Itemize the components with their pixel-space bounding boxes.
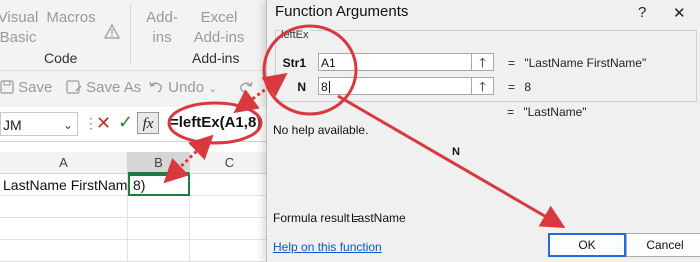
addins-button[interactable]: Add- ins <box>142 8 182 48</box>
macro-security-warning-icon[interactable] <box>100 23 124 45</box>
arg-input-n-value: 8 <box>321 80 328 94</box>
collapse-dialog-str1-icon[interactable]: 🡑 <box>472 53 494 71</box>
cell-a2[interactable] <box>0 196 128 218</box>
arg-input-n[interactable]: 8 <box>318 77 472 95</box>
visual-basic-label-1: Visual <box>0 9 39 26</box>
cell-a1[interactable]: LastName FirstName <box>0 174 128 196</box>
function-arguments-group: leftEx Str1 A1 🡑 = "LastName FirstName" … <box>275 29 697 102</box>
arg-input-str1[interactable]: A1 <box>318 53 472 71</box>
function-name: leftEx <box>280 29 310 41</box>
worksheet-grid: A B C LastName FirstName 8) <box>0 142 270 262</box>
cell-c2[interactable] <box>190 196 270 218</box>
cancel-button[interactable]: Cancel <box>626 233 700 257</box>
ribbon-group-addins: Add- ins Excel Add-ins Add-ins <box>132 0 266 70</box>
save-as-icon <box>66 80 82 94</box>
cell-a4[interactable] <box>0 240 128 262</box>
cell-b2[interactable] <box>128 196 190 218</box>
save-button[interactable]: Save <box>0 79 52 96</box>
equals-sign: = <box>508 80 516 94</box>
undo-button[interactable]: Undo ⌄ <box>148 79 217 96</box>
cell-b3[interactable] <box>128 218 190 240</box>
macros-button[interactable]: Macros <box>46 8 96 28</box>
redo-button[interactable] <box>238 79 254 96</box>
collapse-dialog-n-icon[interactable]: 🡑 <box>472 77 494 95</box>
save-as-button[interactable]: Save As <box>66 79 141 96</box>
group-label-addins: Add-ins <box>192 50 240 66</box>
undo-icon <box>149 81 162 93</box>
cell-c4[interactable] <box>190 240 270 262</box>
excel-addins-label-2: Add-ins <box>193 29 245 46</box>
column-header-a[interactable]: A <box>0 152 128 174</box>
function-result-preview-value: "LastName" <box>523 105 587 119</box>
parameter-description: N <box>452 146 460 158</box>
formula-result-value: LastName <box>351 211 406 225</box>
ribbon-group-code: Visual Basic Macros Code <box>0 0 128 70</box>
arg-result-n: = 8 <box>508 80 531 94</box>
cell-b4[interactable] <box>128 240 190 262</box>
arg-result-str1: = "LastName FirstName" <box>508 56 646 70</box>
cell-c3[interactable] <box>190 218 270 240</box>
save-as-label: Save As <box>86 79 142 96</box>
excel-addins-button[interactable]: Excel Add-ins <box>188 8 250 48</box>
ok-button[interactable]: OK <box>548 233 626 257</box>
arg-result-n-value: 8 <box>524 80 532 94</box>
name-box-dropdown-icon[interactable]: ⌄ <box>63 113 73 137</box>
visual-basic-label-2: Basic <box>0 29 37 46</box>
column-header-c[interactable]: C <box>190 152 270 174</box>
redo-icon <box>240 81 253 93</box>
insert-function-button[interactable]: fx <box>137 112 159 134</box>
arg-label-str1: Str1 <box>282 56 306 70</box>
dialog-help-icon[interactable]: ? <box>638 4 646 21</box>
addins-label-1: Add- <box>146 9 178 26</box>
function-arguments-dialog: Function Arguments ? ✕ leftEx Str1 A1 🡑 … <box>266 0 700 262</box>
ribbon-separator <box>130 4 131 64</box>
save-label: Save <box>18 79 53 96</box>
save-icon <box>0 80 14 94</box>
arg-label-n: N <box>297 80 306 94</box>
addins-label-2: ins <box>152 29 172 46</box>
arg-result-str1-value: "LastName FirstName" <box>524 56 647 70</box>
name-box[interactable]: JM ⌄ <box>0 112 78 136</box>
visual-basic-button[interactable]: Visual Basic <box>0 8 40 48</box>
function-result-preview: = "LastName" <box>507 105 587 119</box>
formula-bar-row: JM ⌄ ⋮ ✕ ✓ fx =leftEx(A1,8) <box>0 107 270 142</box>
cell-b1[interactable]: 8) <box>128 174 190 196</box>
equals-sign: = <box>507 105 515 119</box>
dialog-close-icon[interactable]: ✕ <box>673 4 686 22</box>
help-on-function-link[interactable]: Help on this function <box>273 240 382 254</box>
macros-label: Macros <box>46 9 96 26</box>
group-label-code: Code <box>44 50 78 66</box>
formula-result-label: Formula result = <box>273 211 361 225</box>
formula-input[interactable]: =leftEx(A1,8) <box>170 114 261 131</box>
undo-dropdown-icon[interactable]: ⌄ <box>208 83 217 95</box>
excel-addins-label-1: Excel <box>200 9 238 26</box>
text-caret <box>328 81 330 93</box>
dialog-title: Function Arguments <box>275 3 409 20</box>
column-header-b[interactable]: B <box>128 152 190 174</box>
equals-sign: = <box>508 56 516 70</box>
fx-label: fx <box>142 116 154 132</box>
cell-c1[interactable] <box>190 174 270 196</box>
undo-label: Undo <box>168 79 205 96</box>
quick-access-toolbar: Save Save As Undo ⌄ <box>0 70 270 107</box>
name-box-value: JM <box>3 117 22 133</box>
cancel-formula-icon[interactable]: ✕ <box>96 113 111 134</box>
function-description: No help available. <box>273 123 369 137</box>
cell-a3[interactable] <box>0 218 128 240</box>
enter-formula-icon[interactable]: ✓ <box>118 112 133 133</box>
